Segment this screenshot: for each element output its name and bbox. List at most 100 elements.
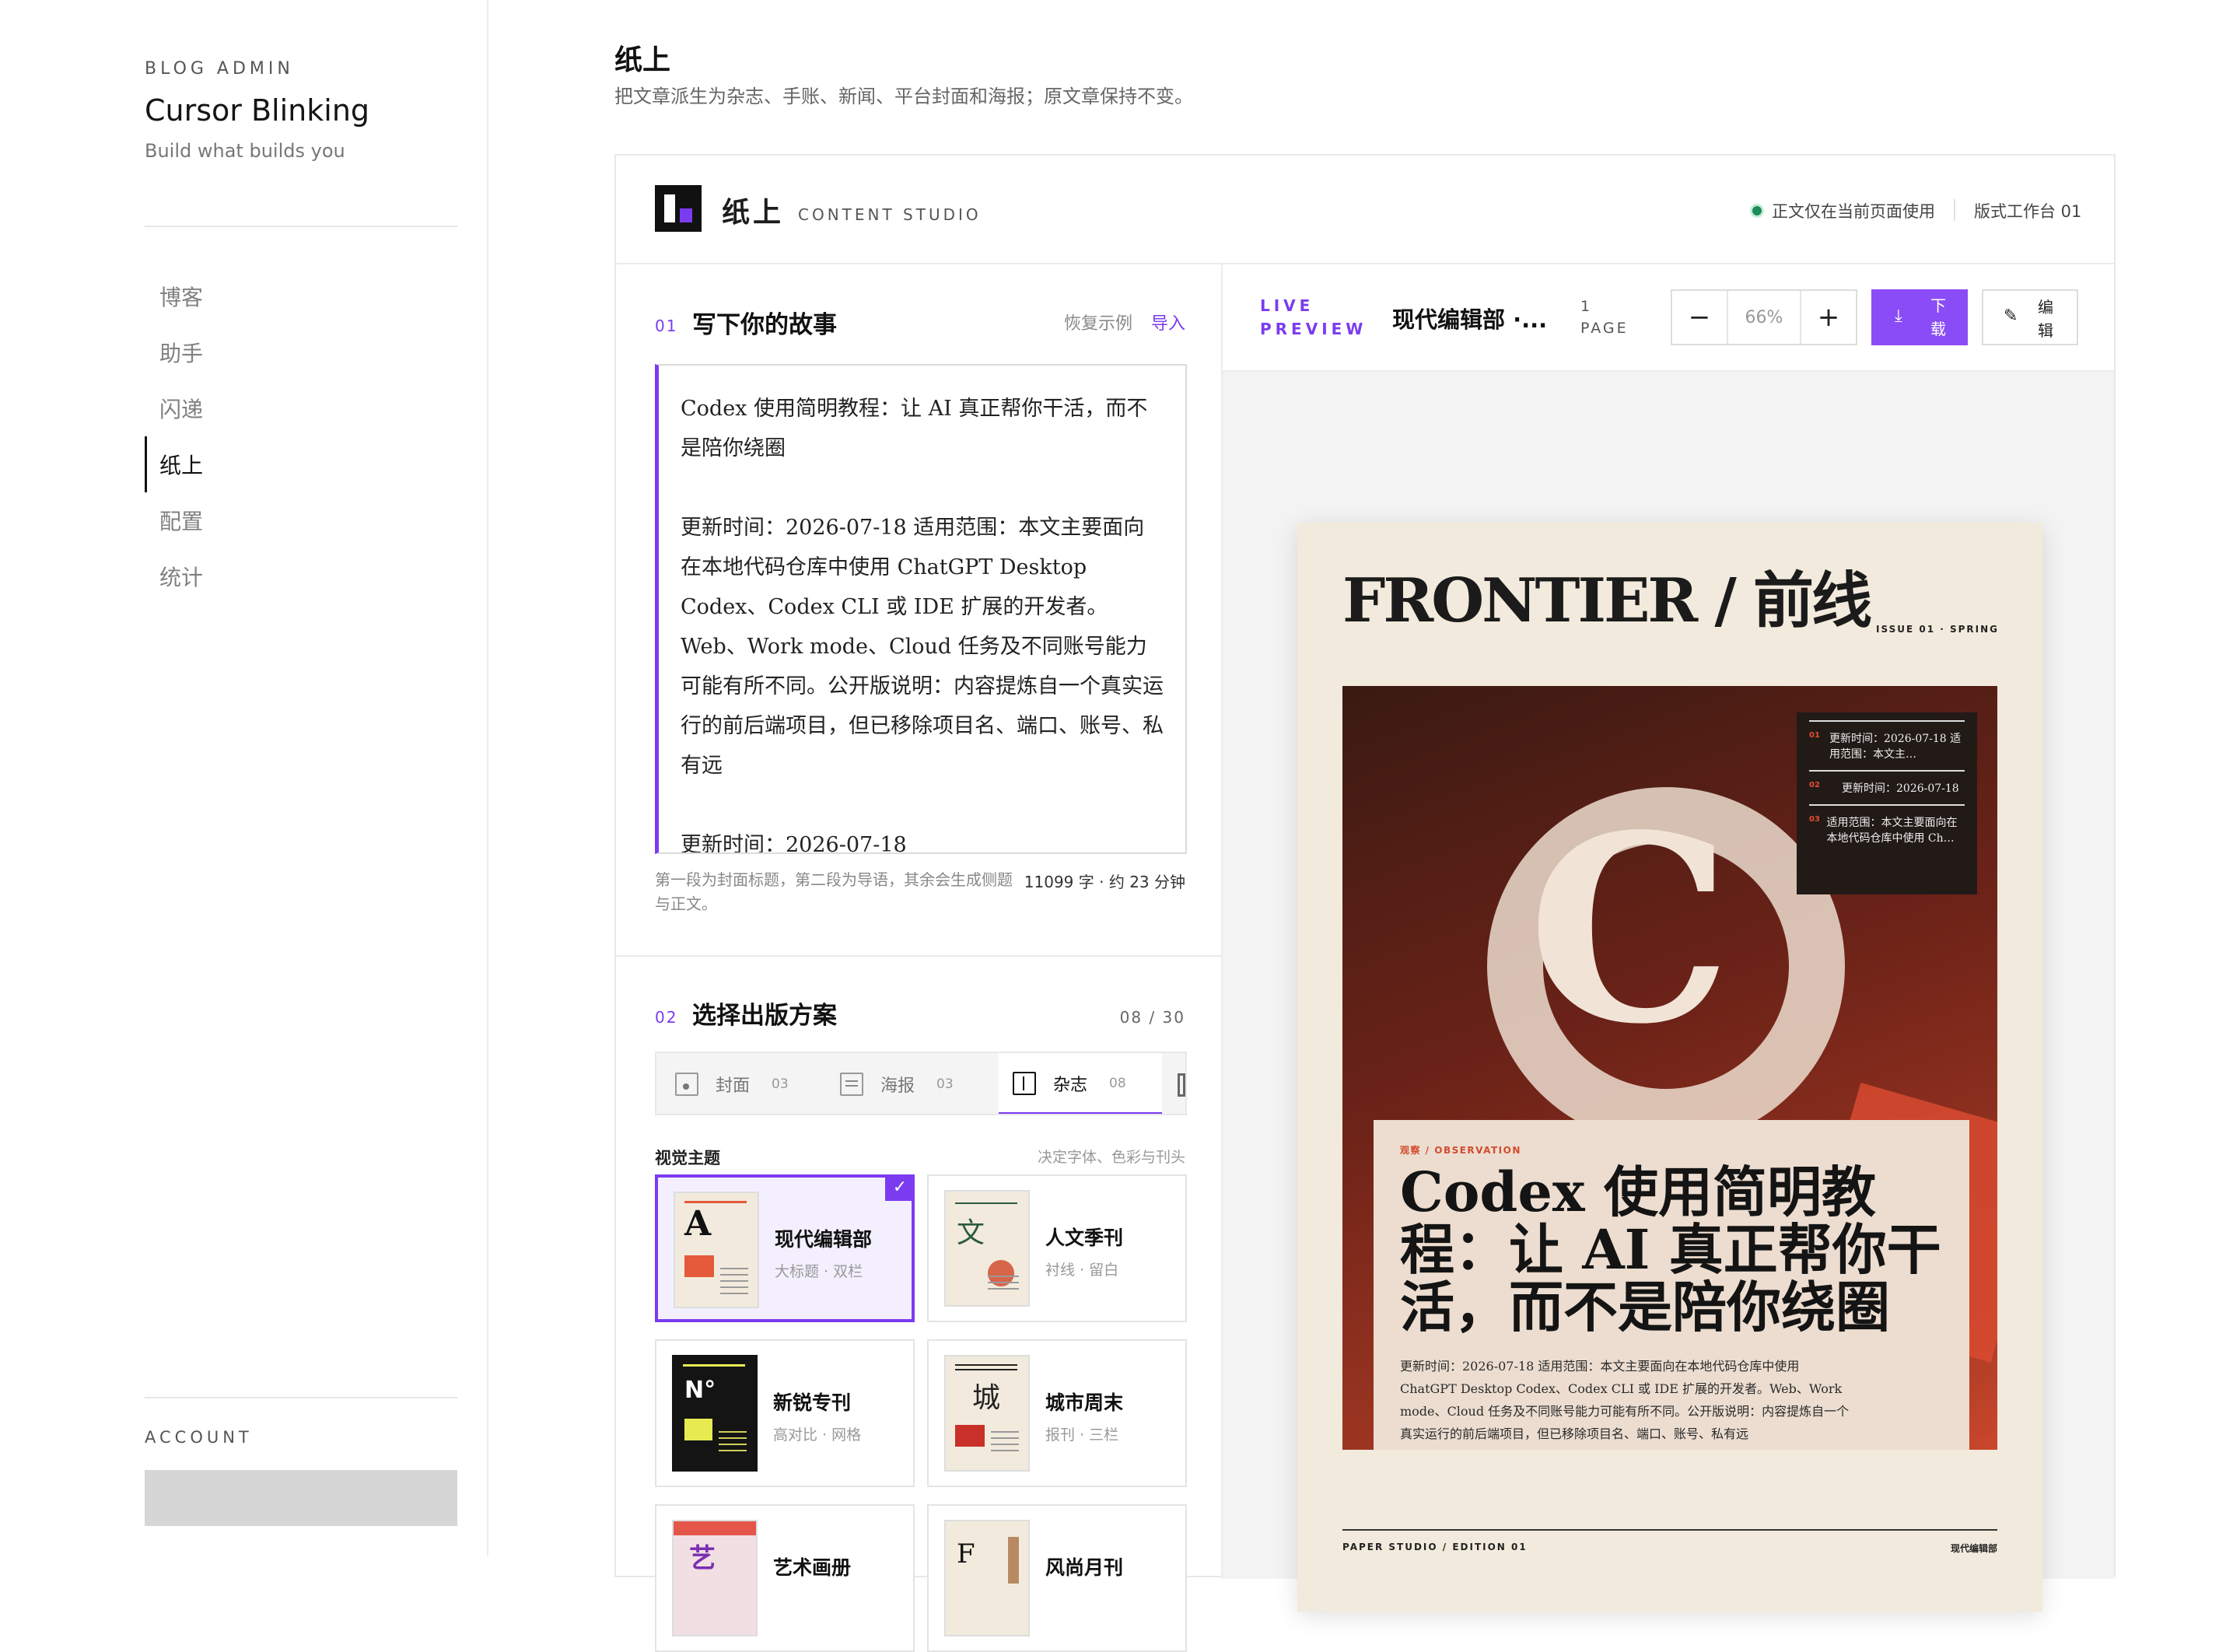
theme-thumbnail: F: [944, 1520, 1030, 1636]
tab-count: 08: [1109, 1076, 1126, 1091]
theme-card-art-album[interactable]: 艺 艺术画册: [655, 1504, 915, 1652]
issue-label: ISSUE 01 · SPRING: [1876, 624, 1999, 635]
sidebar-item-blog[interactable]: 博客: [145, 268, 440, 324]
cover-hero: C 01 更新时间：2026-07-18 适用范围：本文主… 02 更新时间：2…: [1342, 686, 1997, 1450]
sidebar: BLOG ADMIN Cursor Blinking Build what bu…: [0, 0, 488, 1556]
cover-story-box: 观察 / OBSERVATION Codex 使用简明教程：让 AI 真正帮你干…: [1374, 1120, 1969, 1450]
status-dot-icon: [1750, 204, 1764, 218]
page-title: 纸上: [614, 44, 671, 76]
toc-item: 03 适用范围：本文主要面向在本地代码仓库中使用 Ch…: [1809, 804, 1965, 854]
toc-text: 适用范围：本文主要面向在本地代码仓库中使用 Ch…: [1826, 817, 1958, 845]
edit-label: 编辑: [2038, 298, 2053, 340]
thumb-glyph: A: [684, 1204, 712, 1244]
sidebar-item-assistant[interactable]: 助手: [145, 324, 440, 380]
theme-sub: 衬线 · 留白: [1045, 1262, 1119, 1279]
section-divider: [616, 955, 1223, 957]
toc-number: 03: [1809, 815, 1820, 824]
story-lede: 更新时间：2026-07-18 适用范围：本文主要面向在本地代码仓库中使用 Ch…: [1400, 1359, 1850, 1441]
studio-header: 纸上 CONTENT STUDIO 正文仅在当前页面使用 版式工作台 01: [616, 156, 2114, 264]
sidebar-item-flash[interactable]: 闪递: [145, 380, 440, 436]
studio-tagline: CONTENT STUDIO: [798, 205, 982, 224]
account-button[interactable]: [145, 1470, 457, 1526]
account-label: ACCOUNT: [145, 1428, 253, 1447]
theme-thumbnail: N°: [672, 1355, 758, 1472]
magazine-icon: [1013, 1072, 1036, 1095]
tab-magazine[interactable]: 杂志 08: [999, 1053, 1162, 1114]
next-tab-icon[interactable]: [1178, 1073, 1185, 1097]
sidebar-kicker: BLOG ADMIN: [145, 59, 294, 79]
editor-panel: 01 写下你的故事 恢复示例 导入 Codex 使用简明教程：让 AI 真正帮你…: [616, 264, 1223, 1652]
import-link[interactable]: 导入: [1151, 310, 1185, 334]
studio-name: 纸上: [722, 190, 784, 230]
section-number: 01: [655, 317, 678, 335]
theme-card-city-weekend[interactable]: 城 城市周末 报刊 · 三栏: [927, 1339, 1187, 1487]
theme-card-modern-editorial[interactable]: ✓ A 现代编辑部 大标题 · 双栏: [655, 1174, 915, 1322]
theme-card-vanguard-special[interactable]: N° 新锐专刊 高对比 · 网格: [655, 1339, 915, 1487]
zoom-level: 66%: [1727, 291, 1801, 344]
check-icon: ✓: [885, 1174, 915, 1201]
download-label: 下载: [1930, 296, 1946, 338]
theme-sub: 高对比 · 网格: [773, 1426, 862, 1444]
tab-cover[interactable]: 封面 03: [675, 1053, 831, 1114]
site-title[interactable]: Cursor Blinking: [145, 93, 369, 128]
section-number: 02: [655, 1008, 678, 1027]
theme-card-fashion-monthly[interactable]: F 风尚月刊: [927, 1504, 1187, 1652]
theme-thumbnail: 文: [944, 1190, 1030, 1307]
masthead: FRONTIER / 前线: [1342, 565, 1872, 636]
theme-thumbnail: 城: [944, 1355, 1030, 1472]
theme-name: 风尚月刊: [1045, 1556, 1124, 1579]
editor-help: 第一段为封面标题，第二段为导语，其余会生成侧题与正文。: [655, 870, 1013, 913]
studio-name-text: 纸上: [722, 197, 785, 229]
theme-name: 人文季刊: [1045, 1227, 1124, 1249]
paper-logo-icon: [655, 185, 702, 232]
preview-panel: LIVE PREVIEW 现代编辑部 ·... 1 PAGE − 66% + ⤓…: [1223, 264, 2114, 1612]
thumb-glyph: 城: [972, 1382, 1001, 1414]
tab-poster[interactable]: 海报 03: [840, 1053, 1003, 1114]
theme-hint: 决定字体、色彩与刊头: [1037, 1149, 1185, 1166]
theme-name: 现代编辑部: [775, 1228, 873, 1251]
edit-button[interactable]: ✎ 编辑: [1982, 289, 2078, 345]
sidebar-item-paper[interactable]: 纸上: [145, 436, 440, 492]
poster-footer-left: PAPER STUDIO / EDITION 01: [1342, 1542, 1528, 1552]
toc-item: 01 更新时间：2026-07-18 适用范围：本文主…: [1809, 720, 1965, 770]
thumb-glyph: 艺: [689, 1543, 716, 1574]
theme-name: 新锐专刊: [773, 1391, 852, 1414]
live-preview-label: LIVE PREVIEW: [1260, 296, 1367, 338]
theme-label: 视觉主题: [655, 1149, 720, 1167]
toc-item: 02 更新时间：2026-07-18: [1809, 770, 1965, 804]
story-headline: Codex 使用简明教程：让 AI 真正帮你干活，而不是陪你绕圈: [1400, 1160, 1941, 1339]
content-studio: 纸上 CONTENT STUDIO 正文仅在当前页面使用 版式工作台 01 01…: [614, 154, 2116, 1652]
scheme-count: 08 / 30: [1119, 1008, 1185, 1027]
toc-text: 更新时间：2026-07-18 适用范围：本文主…: [1829, 733, 1962, 761]
word-count: 11099 字 · 约 23 分钟: [1024, 873, 1185, 891]
sidebar-item-config[interactable]: 配置: [145, 492, 440, 548]
theme-thumbnail: A: [674, 1192, 759, 1308]
theme-sub: 报刊 · 三栏: [1045, 1426, 1119, 1444]
theme-card-humanities-quarterly[interactable]: 文 人文季刊 衬线 · 留白: [927, 1174, 1187, 1322]
page-subtitle: 把文章派生为杂志、手账、新闻、平台封面和海报；原文章保持不变。: [614, 86, 1193, 107]
section-title: 选择出版方案: [692, 1002, 837, 1030]
download-icon: ⤓: [1895, 306, 1902, 326]
cover-icon: [675, 1073, 698, 1096]
sidebar-nav: 博客 助手 闪递 纸上 配置 统计: [145, 268, 440, 604]
magazine-page: FRONTIER / 前线 ISSUE 01 · SPRING C 01 更新时…: [1297, 523, 2042, 1612]
section-title: 写下你的故事: [692, 311, 837, 339]
story-kicker: 观察 / OBSERVATION: [1400, 1145, 1521, 1156]
theme-name: 艺术画册: [773, 1556, 852, 1579]
zoom-in-button[interactable]: +: [1801, 291, 1856, 344]
download-button[interactable]: ⤓ 下载: [1871, 289, 1968, 345]
restore-example-link[interactable]: 恢复示例: [1064, 310, 1132, 334]
zoom-out-button[interactable]: −: [1672, 291, 1727, 344]
story-textarea[interactable]: Codex 使用简明教程：让 AI 真正帮你干活，而不是陪你绕圈 更新时间：20…: [655, 364, 1187, 854]
pencil-icon: ✎: [2004, 306, 2018, 326]
toc-number: 02: [1809, 781, 1820, 789]
header-separator: [1954, 199, 1955, 221]
thumb-glyph: N°: [684, 1377, 716, 1404]
workspace-label: 版式工作台 01: [1974, 202, 2082, 221]
zoom-control: − 66% +: [1671, 289, 1857, 345]
preview-theme-name: 现代编辑部 ·...: [1392, 306, 1548, 333]
editor-paragraph: 更新时间：2026-07-18 适用范围：本文主要面向在本地代码仓库中使用 Ch…: [681, 516, 1164, 778]
preview-toolbar: LIVE PREVIEW 现代编辑部 ·... 1 PAGE − 66% + ⤓…: [1223, 264, 2114, 372]
thumb-glyph: F: [957, 1538, 975, 1570]
sidebar-item-stats[interactable]: 统计: [145, 548, 440, 604]
